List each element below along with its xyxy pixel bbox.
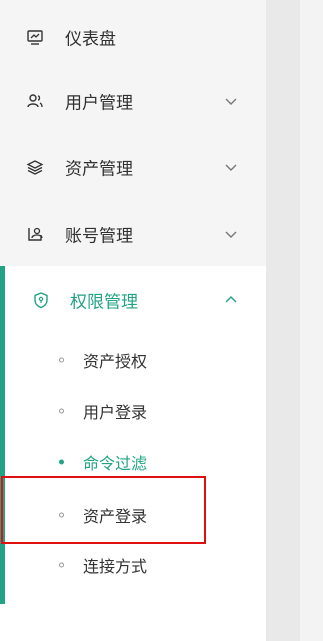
chevron-down-icon	[224, 160, 238, 174]
submenu-item-label: 资产登录	[83, 507, 148, 526]
bullet-icon	[59, 562, 64, 568]
sidebar-scroll-gutter	[266, 0, 300, 641]
sidebar-item-label: 账号管理	[65, 226, 133, 247]
sidebar: 仪表盘 用户管理 资产管理 账号管理 权限管理 资产授权 用户登录 命令过滤 资…	[0, 0, 266, 641]
submenu-item-asset-login[interactable]: 资产登录	[0, 491, 266, 539]
sidebar-item-label: 仪表盘	[65, 29, 116, 50]
submenu-item-user-login[interactable]: 用户登录	[0, 387, 266, 435]
dashboard-icon	[26, 28, 44, 46]
sidebar-item-label: 资产管理	[65, 159, 133, 180]
sidebar-item-assets[interactable]: 资产管理	[0, 137, 266, 197]
users-icon	[26, 92, 44, 110]
account-icon	[26, 225, 44, 243]
chevron-down-icon	[224, 227, 238, 241]
submenu-item-connection-method[interactable]: 连接方式	[0, 541, 266, 589]
submenu-item-command-filter[interactable]: 命令过滤	[0, 438, 266, 486]
bullet-icon	[59, 459, 64, 465]
bullet-icon	[59, 408, 64, 414]
chevron-down-icon	[224, 94, 238, 108]
chevron-up-icon	[224, 293, 238, 307]
sidebar-item-dashboard[interactable]: 仪表盘	[0, 7, 266, 67]
sidebar-item-label: 用户管理	[65, 93, 133, 114]
submenu-item-label: 资产授权	[83, 352, 148, 371]
sidebar-item-permissions[interactable]: 权限管理	[0, 270, 266, 330]
sidebar-item-users[interactable]: 用户管理	[0, 71, 266, 131]
main-content-area	[300, 0, 323, 641]
bullet-icon	[59, 512, 64, 518]
submenu-item-label: 用户登录	[83, 403, 148, 422]
shield-icon	[32, 291, 50, 309]
submenu-item-label: 命令过滤	[83, 454, 148, 473]
submenu-item-asset-authorization[interactable]: 资产授权	[0, 336, 266, 384]
submenu-item-label: 连接方式	[83, 557, 148, 576]
sidebar-item-label: 权限管理	[70, 292, 138, 313]
bullet-icon	[59, 357, 64, 363]
layers-icon	[26, 158, 44, 176]
sidebar-item-accounts[interactable]: 账号管理	[0, 204, 266, 264]
